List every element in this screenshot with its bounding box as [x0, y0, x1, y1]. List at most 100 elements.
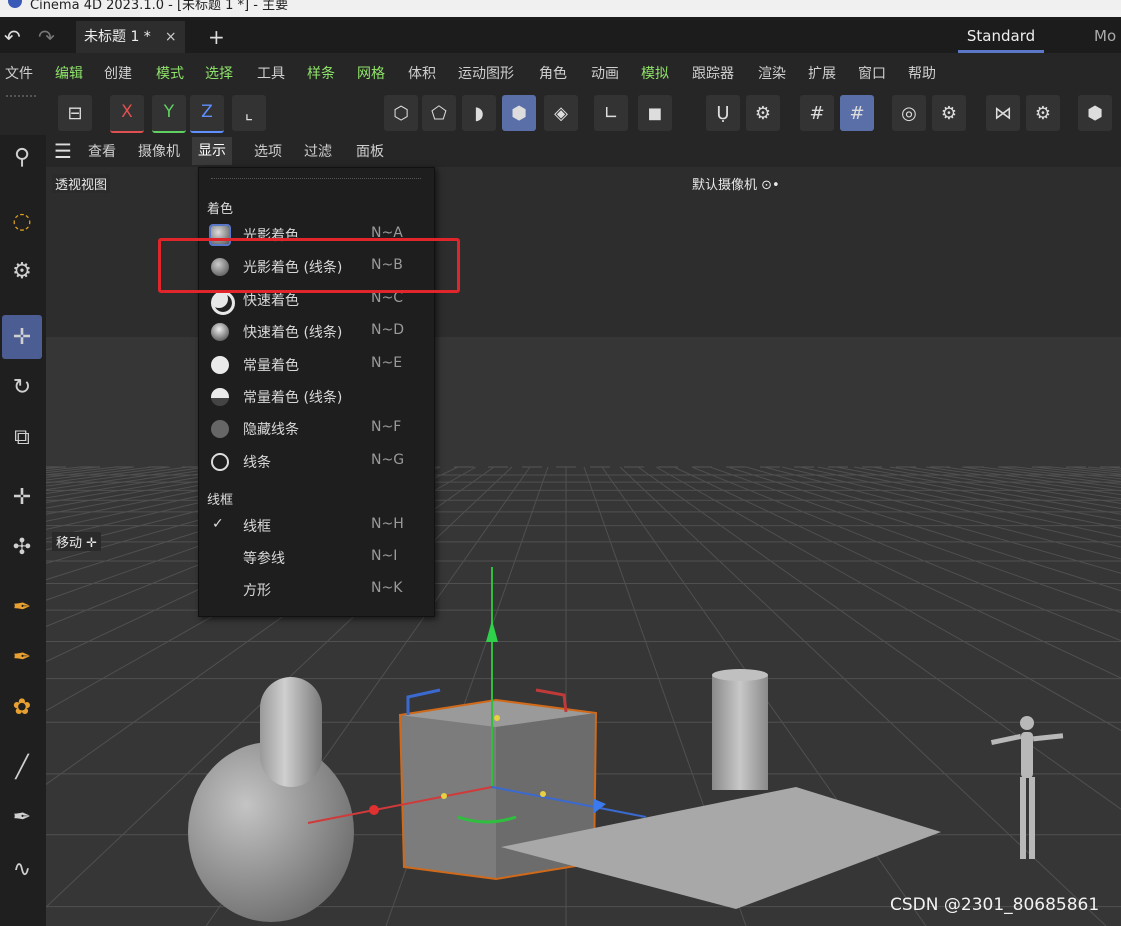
menu-item-3[interactable]: 模式 [156, 63, 184, 83]
move-icon: ✛ [12, 324, 32, 350]
redo-icon[interactable]: ↷ [38, 25, 55, 49]
hexagon-solid-icon: ⬢ [1087, 102, 1103, 124]
tab-untitled[interactable]: 未标题 1 * × [76, 21, 185, 53]
multi-transform-tool[interactable]: ✣ [2, 525, 42, 569]
search-icon: ⚲ [13, 144, 31, 170]
menu-item-1[interactable]: 编辑 [55, 63, 83, 83]
quantize-button[interactable]: # [840, 95, 874, 131]
select-filter-tool[interactable]: ⚙ [2, 249, 42, 293]
y-axis-lock-button[interactable]: Y [152, 95, 186, 133]
texture-mode-button[interactable]: ◈ [544, 95, 578, 131]
render-settings-button[interactable]: ⚙ [932, 95, 966, 131]
search-button[interactable]: ⚲ [2, 135, 42, 179]
rotate-icon: ↻ [12, 374, 32, 400]
wireframe-option-0[interactable]: ✓ 线框 N~H [199, 511, 434, 541]
menu-item-15[interactable]: 扩展 [808, 63, 836, 83]
shading-sphere-icon [211, 420, 229, 438]
grid-snap-button[interactable]: # [800, 95, 834, 131]
menu-item-10[interactable]: 角色 [539, 63, 567, 83]
display-option-4[interactable]: 常量着色 N~E [199, 350, 434, 380]
x-axis-lock-button[interactable]: X [110, 95, 144, 133]
grid-icon: # [809, 102, 825, 124]
points-mode-button[interactable]: ⬡ [384, 95, 418, 131]
menu-item-11[interactable]: 动画 [591, 63, 619, 83]
spline-sketch-tool[interactable]: ✒ [2, 795, 42, 839]
wireframe-option-1[interactable]: 等参线 N~I [199, 543, 434, 573]
object-button[interactable]: ⬢ [1078, 95, 1112, 131]
spline-pen-tool[interactable]: ✒ [2, 585, 42, 629]
coordinate-icon: ⌞ [244, 102, 254, 124]
rotate-tool[interactable]: ↻ [2, 365, 42, 409]
shading-sphere-icon [211, 356, 229, 374]
scale-tool[interactable]: ⧉ [2, 415, 42, 459]
menu-item-16[interactable]: 窗口 [858, 63, 886, 83]
spline-shapes-tool[interactable]: ✿ [2, 685, 42, 729]
wireframe-option-2[interactable]: 方形 N~K [199, 575, 434, 605]
display-option-label: 快速着色 (线条) [243, 325, 343, 341]
layout-tab-next[interactable]: Mo [1094, 21, 1116, 51]
edges-mode-button[interactable]: ⬠ [422, 95, 456, 131]
hamburger-menu-icon[interactable]: ☰ [54, 139, 72, 163]
view-menu-item-5[interactable]: 面板 [356, 141, 384, 161]
transfer-tool[interactable]: ✛ [2, 475, 42, 519]
wireframe-option-label: 方形 [243, 583, 271, 599]
lasso-select-icon: ◌ [12, 208, 32, 234]
tab-close-icon[interactable]: × [165, 29, 177, 45]
snap-settings-button[interactable]: ⚙ [746, 95, 780, 131]
view-menu-item-4[interactable]: 过滤 [304, 141, 332, 161]
settings-dot-icon: ⚙ [1034, 102, 1052, 124]
texture-cube-icon: ◈ [554, 102, 568, 124]
menu-item-5[interactable]: 工具 [257, 63, 285, 83]
menu-item-0[interactable]: 文件 [5, 63, 33, 83]
coordinate-system-button[interactable]: ⌞ [232, 95, 266, 131]
deformer-settings-button[interactable]: ⚙ [1026, 95, 1060, 131]
menu-item-17[interactable]: 帮助 [908, 63, 936, 83]
view-menu-item-3[interactable]: 选项 [254, 141, 282, 161]
display-option-3[interactable]: 快速着色 (线条) N~D [199, 317, 434, 347]
snap-magnet-button[interactable]: Ụ [706, 95, 740, 131]
menu-item-4[interactable]: 选择 [205, 63, 233, 83]
undo-icon[interactable]: ↶ [4, 25, 21, 49]
brush-tool[interactable]: ╱ [2, 745, 42, 789]
window-title: Cinema 4D 2023.1.0 - [未标题 1 *] - 主要 [30, 0, 289, 13]
display-option-5[interactable]: 常量着色 (线条) [199, 382, 434, 412]
display-option-label: 隐藏线条 [243, 422, 299, 438]
display-option-7[interactable]: 线条 N~G [199, 447, 434, 477]
document-tab-bar: ↶ ↷ 未标题 1 * × + Standard Mo [0, 17, 1121, 53]
viewport-solo-button[interactable]: ⊟ [58, 95, 92, 131]
cylinder-object[interactable] [712, 675, 768, 790]
display-option-6[interactable]: 隐藏线条 N~F [199, 414, 434, 444]
menu-item-8[interactable]: 体积 [408, 63, 436, 83]
symmetry-button[interactable]: ⋈ [986, 95, 1020, 131]
selection-tool[interactable]: ◌ [2, 199, 42, 243]
menu-item-2[interactable]: 创建 [104, 63, 132, 83]
workplane-button[interactable]: ◼ [638, 95, 672, 131]
menu-tearoff-grip[interactable] [211, 178, 421, 181]
view-menu-item-2[interactable]: 显示 [192, 137, 232, 165]
capsule-object[interactable] [260, 677, 322, 787]
model-mode-button[interactable]: ⬢ [502, 95, 536, 131]
axis-corner-icon: ∟ [603, 102, 619, 124]
menu-item-13[interactable]: 跟踪器 [692, 63, 734, 83]
shortcut-label: N~F [371, 419, 402, 435]
move-tool[interactable]: ✛ [2, 315, 42, 359]
new-tab-button[interactable]: + [208, 25, 225, 49]
menu-item-14[interactable]: 渲染 [758, 63, 786, 83]
view-menu-item-1[interactable]: 摄像机 [138, 141, 180, 161]
camera-label[interactable]: 默认摄像机 ⊙• [692, 174, 780, 193]
menu-item-12[interactable]: 模拟 [641, 63, 669, 83]
polygons-mode-button[interactable]: ◗ [462, 95, 496, 131]
menu-item-7[interactable]: 网格 [357, 63, 385, 83]
menu-item-9[interactable]: 运动图形 [458, 63, 514, 83]
view-menu-item-0[interactable]: 查看 [88, 141, 116, 161]
wireframe-option-label: 等参线 [243, 551, 285, 567]
spline-rect-tool[interactable]: ✒ [2, 635, 42, 679]
axis-mode-button[interactable]: ∟ [594, 95, 628, 131]
render-view-button[interactable]: ◎ [892, 95, 926, 131]
layout-tab-standard[interactable]: Standard [958, 21, 1044, 53]
shortcut-label: N~E [371, 355, 403, 371]
active-tool-label: 移动 ✛ [52, 532, 102, 551]
spline-smooth-tool[interactable]: ∿ [2, 847, 42, 891]
z-axis-lock-button[interactable]: Z [190, 95, 224, 133]
menu-item-6[interactable]: 样条 [307, 63, 335, 83]
